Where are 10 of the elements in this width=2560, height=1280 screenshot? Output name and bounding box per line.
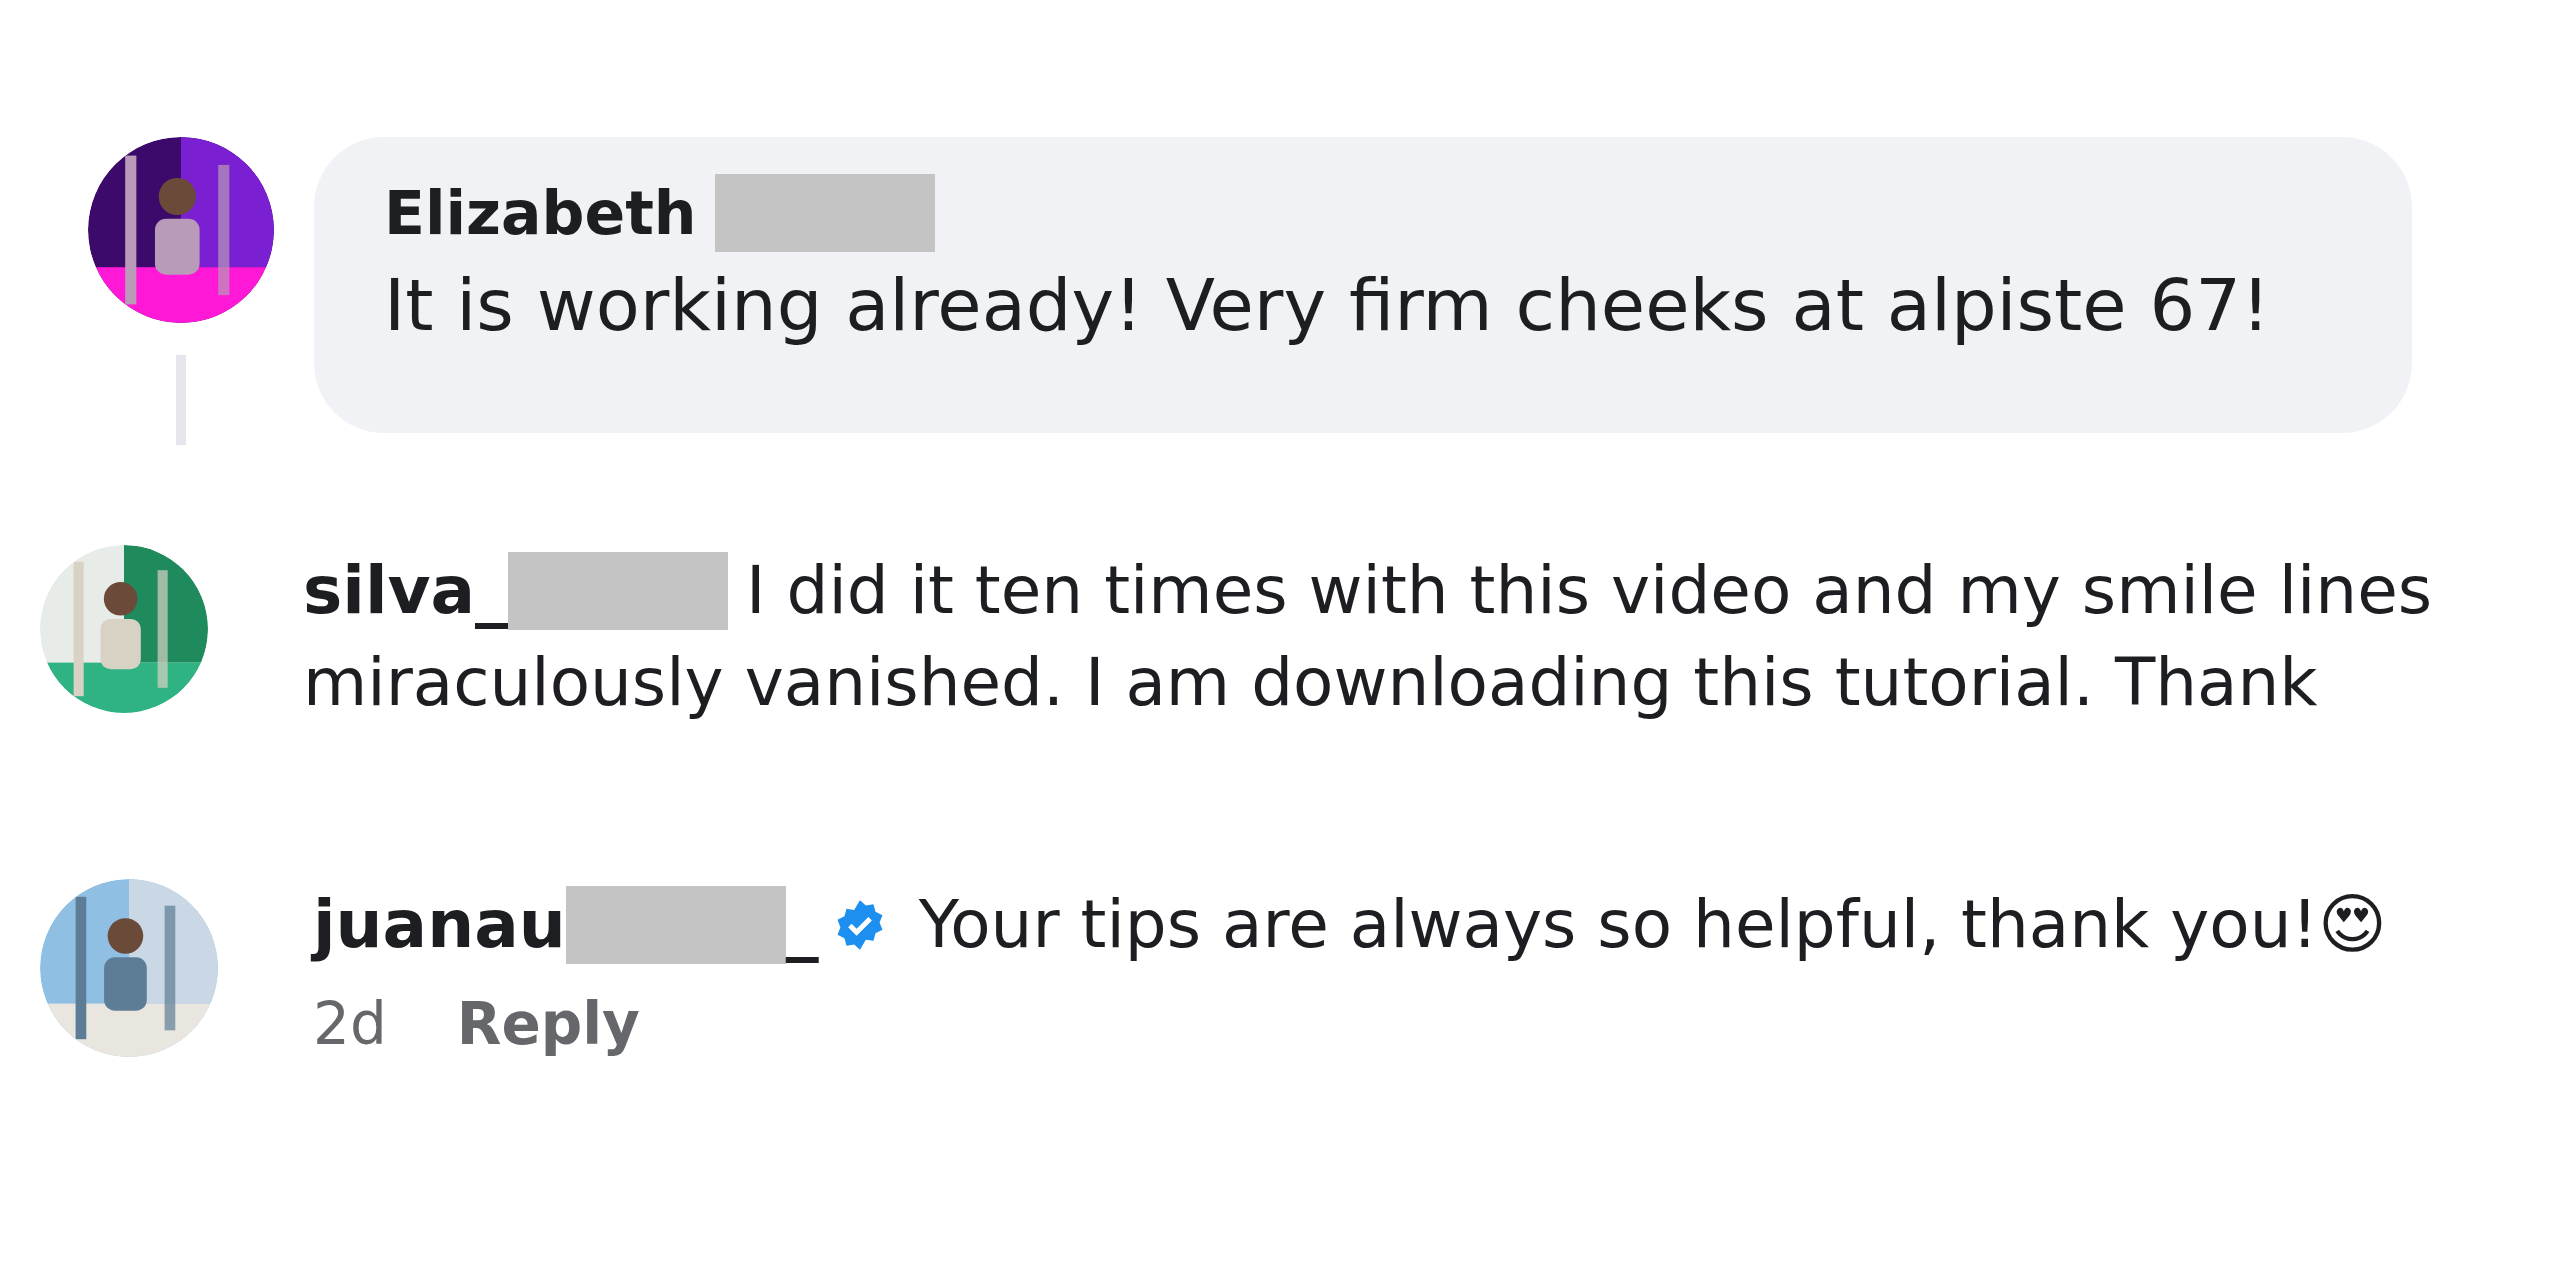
comment-text: Your tips are always so helpful, thank you! [918, 885, 2319, 965]
heart-eyes-emoji: 😍 [2318, 885, 2387, 965]
author-name[interactable]: Elizabeth [384, 171, 697, 255]
comment-text: I did it ten times with this video and my smile lines [746, 551, 2433, 631]
author-name[interactable]: _ [785, 879, 819, 971]
author-name[interactable]: silva_ [303, 545, 509, 637]
comment-text: It is working already! Very firm cheeks at alpiste 67! [384, 262, 2271, 349]
comment-time: 2d [313, 989, 387, 1060]
reply-link[interactable]: Reply [456, 981, 640, 1068]
comment-text: miraculously vanished. I am downloading this tutorial. Thank [303, 643, 2318, 723]
